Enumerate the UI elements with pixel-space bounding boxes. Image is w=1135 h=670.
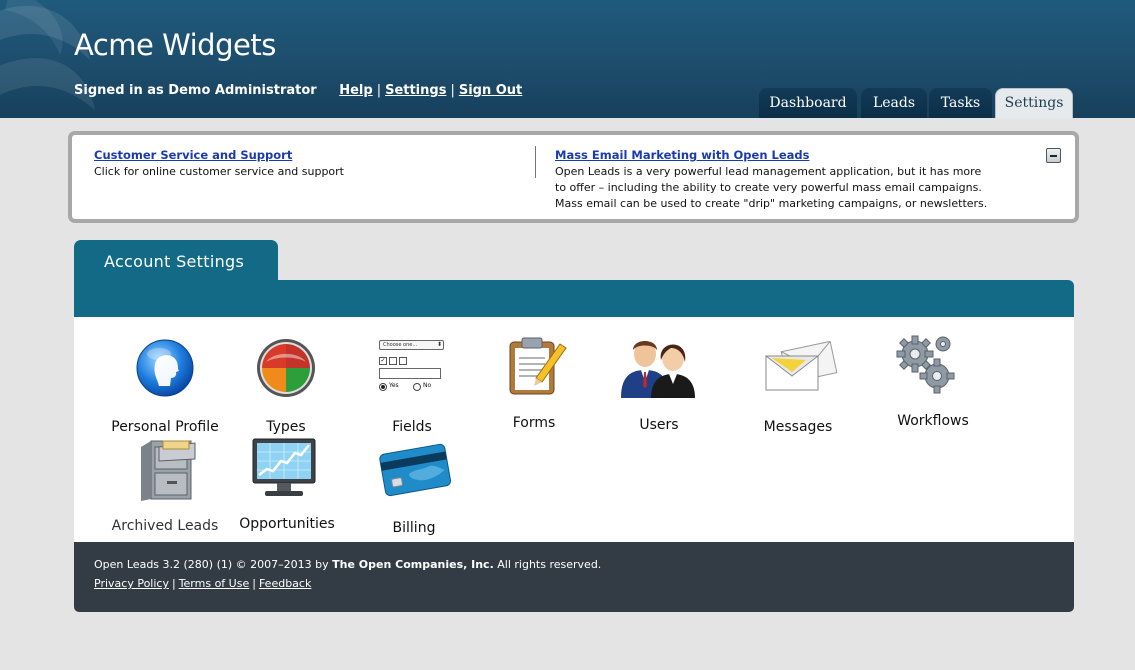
mini-radio <box>379 383 387 391</box>
collapse-promo-button[interactable] <box>1046 148 1061 163</box>
copyright-line: Open Leads 3.2 (280) (1) © 2007–2013 by … <box>94 558 601 571</box>
envelopes-icon <box>764 340 838 391</box>
item-label: Fields <box>392 419 432 435</box>
mass-email-text-line: to offer – including the ability to crea… <box>555 181 982 194</box>
settings-item-messages[interactable]: Messages <box>738 338 858 436</box>
settings-item-personal-profile[interactable]: Personal Profile <box>105 338 225 436</box>
promo-mass-email: Mass Email Marketing with Open Leads Ope… <box>555 147 995 212</box>
mini-radio-label: Yes <box>389 382 399 389</box>
panel-header-band <box>74 280 1074 317</box>
customer-service-description: Click for online customer service and su… <box>94 165 344 178</box>
user-bar: Signed in as Demo Administrator Help | Set… <box>74 83 522 98</box>
account-settings-tab[interactable]: Account Settings <box>74 240 278 281</box>
sign-out-link[interactable]: Sign Out <box>459 83 522 98</box>
tab-tasks[interactable]: Tasks <box>929 88 992 118</box>
item-label: Opportunities <box>239 516 335 532</box>
mini-select: Choose one... <box>379 340 444 350</box>
customer-service-link[interactable]: Customer Service and Support <box>94 148 292 162</box>
item-label: Billing <box>392 520 436 536</box>
mini-radio <box>413 383 421 391</box>
company-name: The Open Companies, Inc. <box>332 558 494 571</box>
item-label: Personal Profile <box>111 419 219 435</box>
users-icon <box>621 341 695 398</box>
item-label: Archived Leads <box>111 518 219 534</box>
separator: | <box>171 577 176 590</box>
settings-grid: Personal Profile Types Choose one... ✓ Y… <box>74 317 1074 542</box>
mini-text-input <box>379 368 441 379</box>
settings-item-billing[interactable]: Billing <box>354 439 474 537</box>
item-label: Users <box>639 417 679 433</box>
color-wheel-icon <box>257 339 315 397</box>
item-label: Types <box>266 419 306 435</box>
chart-monitor-icon <box>252 438 316 496</box>
mass-email-text-line: Open Leads is a very powerful lead manag… <box>555 165 982 178</box>
rights-text: All rights reserved. <box>493 558 602 571</box>
mass-email-text-line: Mass email can be used to create "drip" … <box>555 197 988 210</box>
separator: | <box>376 83 382 98</box>
promo-box: Customer Service and Support Click for o… <box>68 131 1079 223</box>
separator: | <box>450 83 455 98</box>
settings-item-workflows[interactable]: Workflows <box>873 332 993 430</box>
settings-item-users[interactable]: Users <box>599 336 719 434</box>
form-fields-icon: Choose one... ✓ Yes No <box>379 338 445 398</box>
settings-item-archived-leads[interactable]: Archived Leads <box>105 437 225 535</box>
promo-support: Customer Service and Support Click for o… <box>94 147 344 180</box>
mini-checkbox <box>389 357 397 365</box>
footer-links: Privacy Policy | Terms of Use | Feedback <box>94 577 311 590</box>
item-label: Forms <box>512 415 556 431</box>
signed-in-label: Signed in as Demo Administrator <box>74 83 317 98</box>
mini-checkbox <box>399 357 407 365</box>
credit-card-icon <box>379 443 452 497</box>
person-head-icon <box>136 339 194 397</box>
promo-divider <box>535 146 536 178</box>
settings-item-fields[interactable]: Choose one... ✓ Yes No Fields <box>352 338 472 436</box>
clipboard-icon <box>509 337 567 395</box>
page-footer: Open Leads 3.2 (280) (1) © 2007–2013 by … <box>74 542 1074 612</box>
mini-radio-label: No <box>423 382 432 389</box>
tab-dashboard[interactable]: Dashboard <box>759 88 857 118</box>
app-title: Acme Widgets <box>74 28 276 62</box>
mini-checkbox: ✓ <box>379 357 387 365</box>
gears-icon <box>896 335 955 394</box>
privacy-policy-link[interactable]: Privacy Policy <box>94 577 169 590</box>
tab-leads[interactable]: Leads <box>861 88 927 118</box>
separator: | <box>252 577 256 590</box>
help-link[interactable]: Help <box>339 83 372 98</box>
settings-item-opportunities[interactable]: Opportunities <box>227 435 347 533</box>
item-label: Messages <box>763 419 833 435</box>
copyright-text: Open Leads 3.2 (280) (1) © 2007–2013 by <box>94 558 333 571</box>
tab-settings[interactable]: Settings <box>995 88 1073 118</box>
file-cabinet-icon <box>141 440 196 501</box>
settings-item-forms[interactable]: Forms <box>474 334 594 432</box>
settings-link[interactable]: Settings <box>385 83 446 98</box>
mass-email-link[interactable]: Mass Email Marketing with Open Leads <box>555 148 809 162</box>
item-label: Workflows <box>897 413 969 429</box>
app-header: Acme Widgets Signed in as Demo Administr… <box>0 0 1135 118</box>
account-settings-title: Account Settings <box>104 252 245 271</box>
feedback-link[interactable]: Feedback <box>259 577 311 590</box>
terms-of-use-link[interactable]: Terms of Use <box>179 577 250 590</box>
settings-item-types[interactable]: Types <box>226 338 346 436</box>
